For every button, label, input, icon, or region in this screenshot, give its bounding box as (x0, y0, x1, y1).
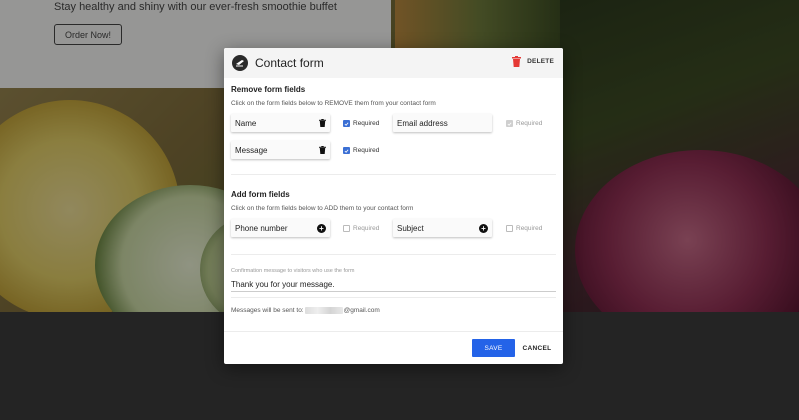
plus-icon: + (479, 223, 488, 233)
required-checkbox-message[interactable]: Required (343, 147, 379, 154)
contact-form-dialog: Contact form DELETE Remove form fields C… (224, 48, 563, 364)
send-to-prefix: Messages will be sent to: (231, 307, 304, 314)
dialog-title: Contact form (255, 56, 324, 70)
checkbox (506, 225, 513, 232)
required-checkbox-email: Required (506, 120, 542, 127)
delete-button[interactable]: DELETE (512, 56, 554, 67)
required-label: Required (353, 120, 380, 127)
field-label: Message (235, 145, 268, 155)
required-checkbox-subject[interactable]: Required (506, 225, 542, 232)
field-label: Email address (397, 118, 448, 128)
checkbox (343, 147, 350, 154)
redacted-email (304, 307, 343, 314)
checkbox (343, 120, 350, 127)
confirmation-caption: Confirmation message to visitors who use… (231, 268, 355, 274)
required-label: Required (353, 225, 380, 232)
delete-label: DELETE (527, 58, 554, 65)
trash-icon (318, 146, 326, 154)
section-divider (231, 297, 556, 298)
field-chip-name[interactable]: Name (231, 114, 330, 132)
field-chip-email: Email address (393, 114, 492, 132)
field-chip-phone[interactable]: Phone number + (231, 219, 330, 237)
checkbox (506, 120, 513, 127)
trash-icon (318, 119, 326, 127)
section-divider (231, 254, 556, 255)
send-to-text: Messages will be sent to: @gmail.com (231, 307, 380, 314)
add-section-title: Add form fields (231, 190, 290, 199)
checkbox (343, 225, 350, 232)
field-chip-message[interactable]: Message (231, 141, 330, 159)
trash-icon (512, 56, 522, 67)
plus-icon: + (317, 223, 326, 233)
field-label: Name (235, 118, 257, 128)
cancel-button[interactable]: CANCEL (520, 339, 554, 357)
add-fields-section: Add form fields Click on the form fields… (231, 190, 556, 212)
field-chip-subject[interactable]: Subject + (393, 219, 492, 237)
required-label: Required (353, 147, 380, 154)
save-button[interactable]: SAVE (472, 339, 515, 357)
remove-fields-section: Remove form fields Click on the form fie… (231, 85, 556, 107)
dialog-header: Contact form DELETE (224, 48, 563, 78)
required-checkbox-name[interactable]: Required (343, 120, 379, 127)
field-label: Phone number (235, 223, 288, 233)
add-section-description: Click on the form fields below to ADD th… (231, 205, 414, 212)
dialog-actions: SAVE CANCEL (224, 331, 563, 364)
field-label: Subject (397, 223, 424, 233)
contact-form-icon (232, 55, 248, 71)
section-divider (231, 174, 556, 175)
remove-section-description: Click on the form fields below to REMOVE… (231, 100, 436, 107)
required-label: Required (516, 225, 543, 232)
required-checkbox-phone[interactable]: Required (343, 225, 379, 232)
confirmation-message-input[interactable] (231, 278, 556, 292)
required-label: Required (516, 120, 543, 127)
send-to-domain: @gmail.com (343, 307, 380, 314)
remove-section-title: Remove form fields (231, 85, 306, 94)
